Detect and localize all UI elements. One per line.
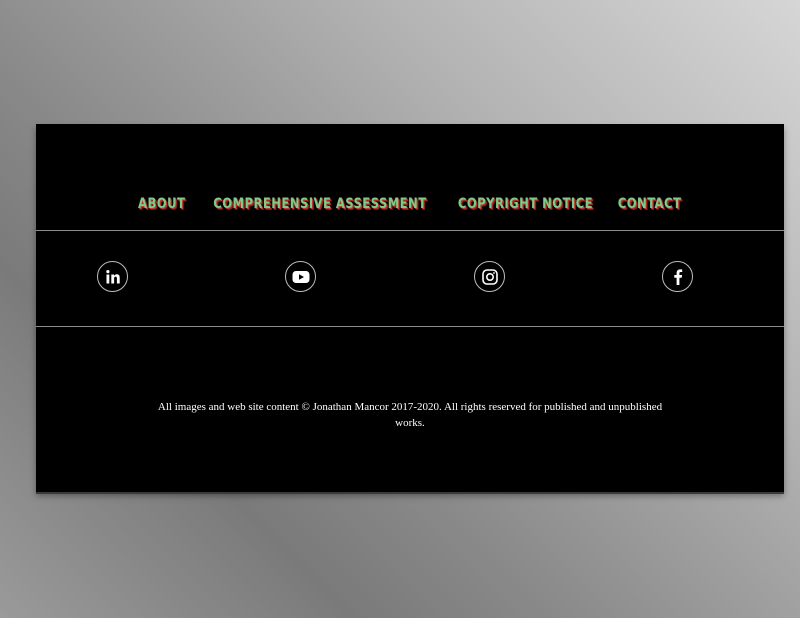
nav-link-comprehensive-assessment[interactable]: COMPREHENSIVE ASSESSMENT: [213, 196, 426, 212]
linkedin-icon: [105, 269, 121, 285]
site-footer: ABOUT COMPREHENSIVE ASSESSMENT COPYRIGHT…: [36, 124, 784, 492]
instagram-button[interactable]: [474, 261, 505, 292]
instagram-icon: [481, 268, 498, 285]
nav-link-contact[interactable]: CONTACT: [617, 196, 681, 212]
facebook-icon: [673, 268, 683, 285]
youtube-icon: [292, 270, 310, 284]
youtube-button[interactable]: [285, 261, 316, 292]
nav-link-copyright-notice[interactable]: COPYRIGHT NOTICE: [458, 196, 593, 212]
nav-link-about[interactable]: ABOUT: [138, 196, 185, 212]
social-links: [36, 231, 784, 326]
footer-nav: ABOUT COMPREHENSIVE ASSESSMENT COPYRIGHT…: [36, 196, 784, 212]
facebook-button[interactable]: [662, 261, 693, 292]
linkedin-button[interactable]: [97, 261, 128, 292]
copyright-text: All images and web site content © Jonath…: [157, 401, 663, 429]
divider-bottom: [36, 326, 784, 327]
